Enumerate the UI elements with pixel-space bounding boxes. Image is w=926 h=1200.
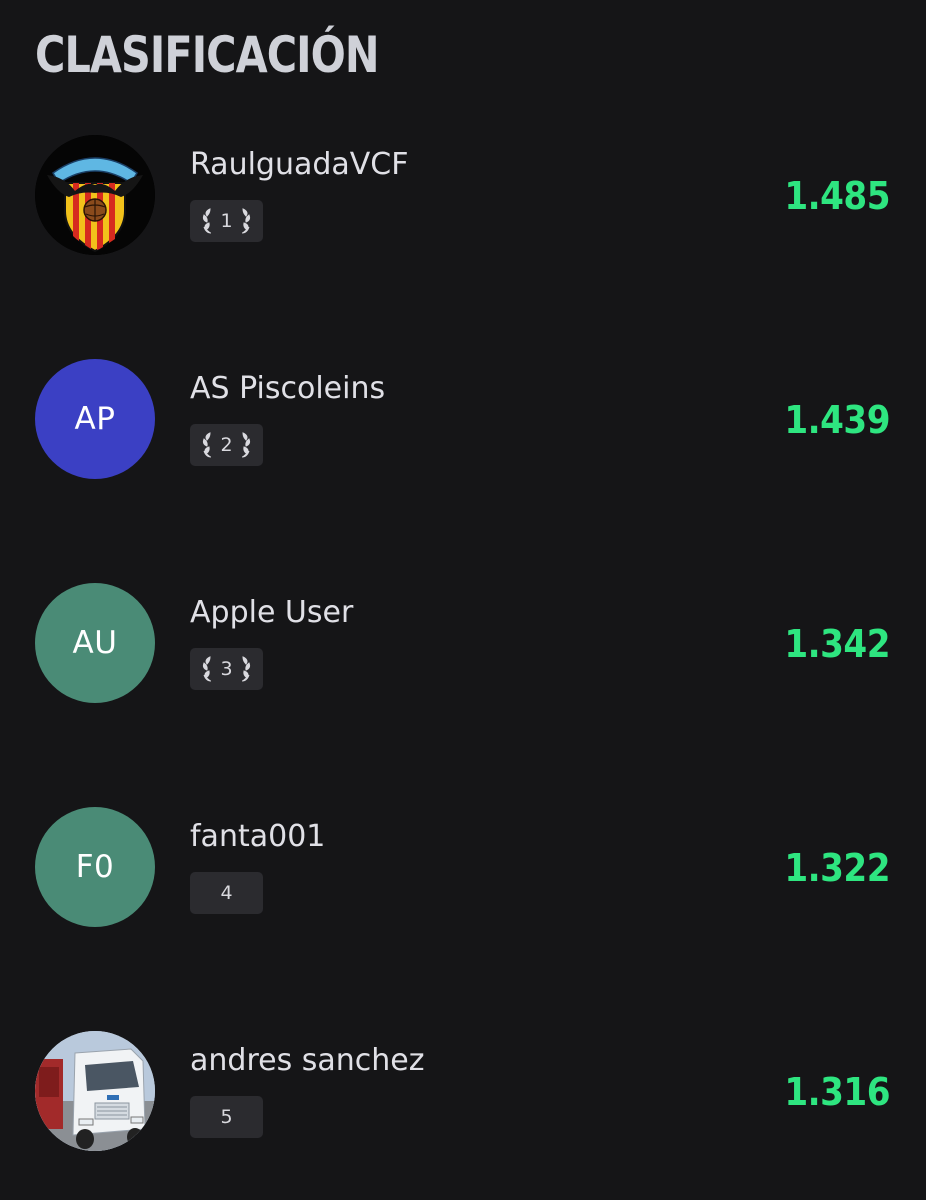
avatar-initials-text: AU <box>72 625 118 661</box>
laurel-right-icon <box>241 656 250 682</box>
player-name: andres sanchez <box>190 1043 425 1078</box>
player-points: 1.316 <box>784 1070 890 1114</box>
player-name: RaulguadaVCF <box>190 147 409 182</box>
player-points: 1.439 <box>784 398 890 442</box>
leaderboard-row[interactable]: F0 fanta001 4 1.322 <box>0 787 926 947</box>
laurel-left-icon <box>203 208 212 234</box>
avatar-initials: AP <box>35 359 155 479</box>
leaderboard-row[interactable]: RaulguadaVCF 1 1.485 <box>0 115 926 275</box>
player-points: 1.342 <box>784 622 890 666</box>
rank-badge: 2 <box>190 424 263 466</box>
leaderboard-row[interactable]: andres sanchez 5 1.316 <box>0 1011 926 1171</box>
avatar-crest-logo <box>35 135 155 255</box>
avatar-truck-photo <box>35 1031 155 1151</box>
rank-number: 5 <box>220 1106 233 1128</box>
rank-badge: 1 <box>190 200 263 242</box>
avatar-initials-text: F0 <box>75 849 115 885</box>
rank-number: 4 <box>220 882 233 904</box>
laurel-left-icon <box>203 656 212 682</box>
laurel-left-icon <box>203 432 212 458</box>
player-name: AS Piscoleins <box>190 371 386 406</box>
player-points: 1.485 <box>784 174 890 218</box>
rank-number: 1 <box>220 210 233 232</box>
rank-number: 2 <box>220 434 233 456</box>
rank-badge: 4 <box>190 872 263 914</box>
leaderboard-list: RaulguadaVCF 1 1.485 AP AS Piscoleins 2 <box>0 0 926 1200</box>
player-name: Apple User <box>190 595 354 630</box>
rank-number: 3 <box>220 658 233 680</box>
avatar-initials: AU <box>35 583 155 703</box>
leaderboard-row[interactable]: AP AS Piscoleins 2 1.439 <box>0 339 926 499</box>
crest-logo-icon <box>35 135 155 255</box>
rank-badge: 3 <box>190 648 263 690</box>
player-points: 1.322 <box>784 846 890 890</box>
laurel-right-icon <box>241 432 250 458</box>
player-name: fanta001 <box>190 819 326 854</box>
avatar-initials: F0 <box>35 807 155 927</box>
leaderboard-row[interactable]: AU Apple User 3 1.342 <box>0 563 926 723</box>
laurel-right-icon <box>241 208 250 234</box>
avatar-initials-text: AP <box>74 401 116 437</box>
truck-photo-icon <box>35 1031 155 1151</box>
rank-badge: 5 <box>190 1096 263 1138</box>
